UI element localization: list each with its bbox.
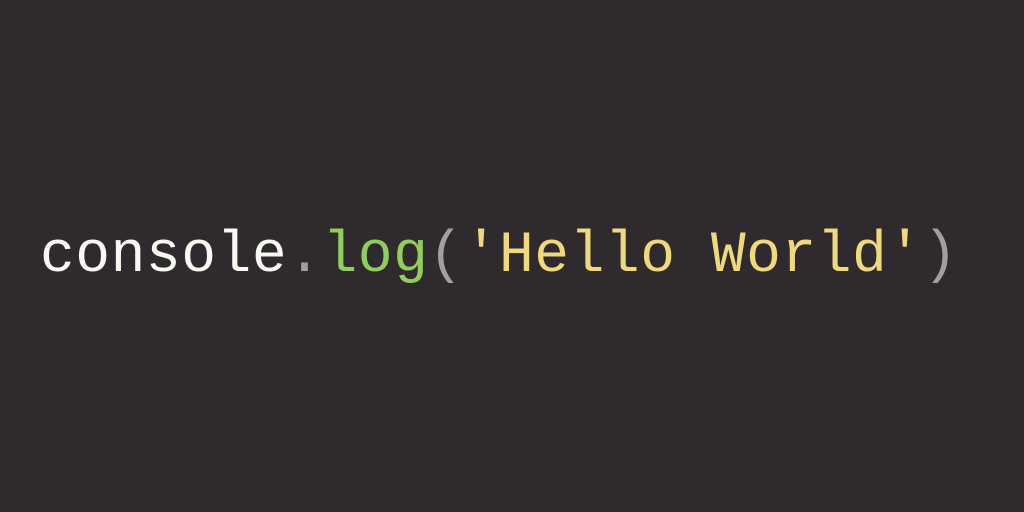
code-string: 'Hello World' xyxy=(464,224,923,289)
code-snippet: console.log('Hello World') xyxy=(40,224,958,289)
code-object: console xyxy=(40,224,287,289)
code-method: log xyxy=(322,224,428,289)
code-open-paren: ( xyxy=(428,224,463,289)
code-close-paren: ) xyxy=(923,224,958,289)
code-dot: . xyxy=(287,224,322,289)
